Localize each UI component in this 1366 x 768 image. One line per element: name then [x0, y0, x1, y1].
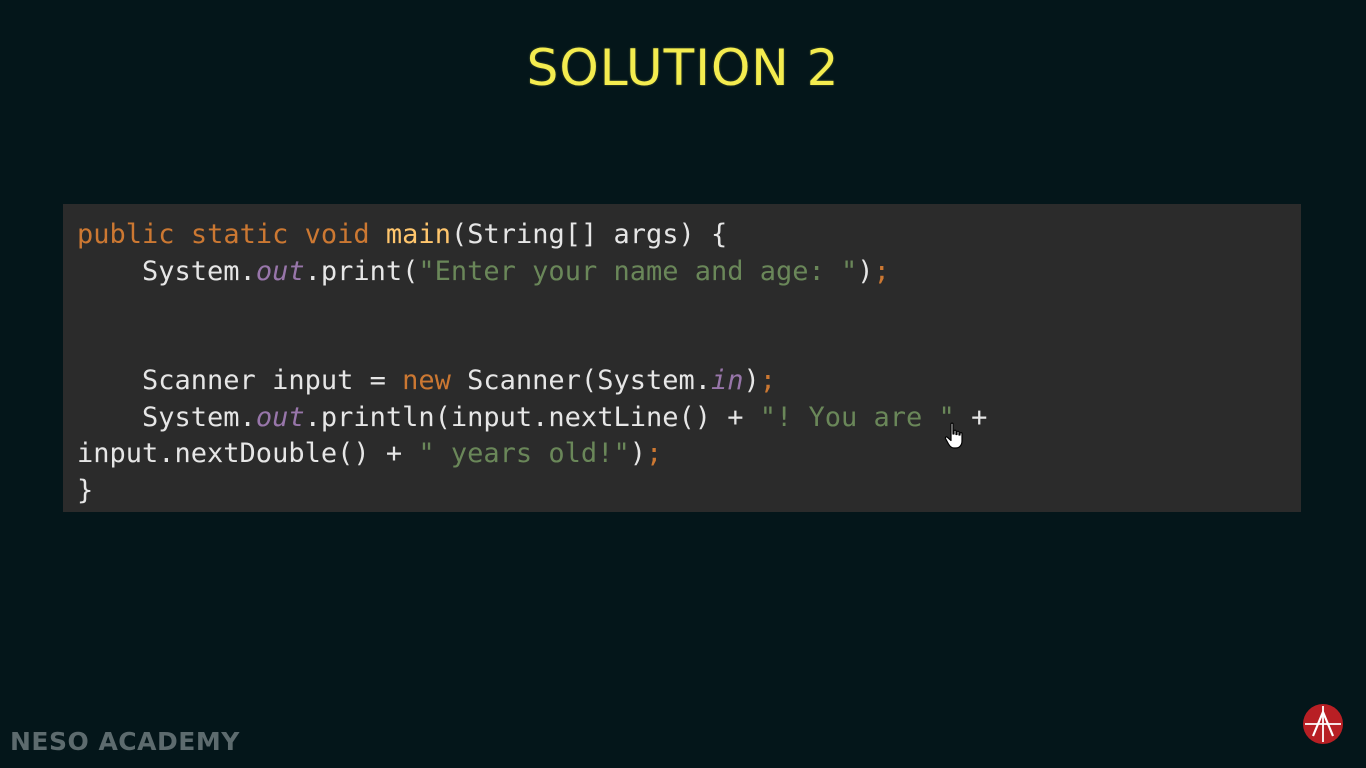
code-token: new [402, 365, 451, 396]
code-token: out [255, 401, 305, 433]
code-line: } [77, 473, 987, 510]
code-line: System.out.print("Enter your name and ag… [77, 254, 987, 291]
hand-cursor-icon [944, 422, 963, 449]
code-token: void [304, 219, 370, 250]
code-block: public static void main(String[] args) {… [63, 204, 1301, 512]
slide-title: SOLUTION 2 [526, 39, 840, 97]
code-token: static [190, 219, 289, 250]
brand-watermark: NESO ACADEMY [10, 727, 240, 756]
code-token: ; [645, 438, 663, 469]
code-line: Scanner input = new Scanner(System.in); [77, 363, 987, 400]
code-token: System. [77, 401, 256, 433]
code-token: ) [743, 365, 760, 396]
code-token: input.nextDouble() + [77, 438, 419, 469]
code-token: ) [629, 438, 646, 469]
code-line: public static void main(String[] args) { [77, 217, 987, 254]
code-token: main [385, 219, 451, 250]
code-token: out [255, 255, 305, 287]
code-token: .println(input.nextLine() + [304, 401, 760, 433]
code-token: } [77, 474, 94, 506]
code-token: Scanner input = [77, 365, 403, 396]
code-token: Scanner(System. [450, 365, 711, 396]
code-line: input.nextDouble() + " years old!"); [77, 436, 987, 473]
code-token: ) [857, 255, 874, 287]
code-text: public static void main(String[] args) {… [77, 217, 987, 509]
code-token: ; [759, 365, 777, 396]
code-token: "Enter your name and age: " [418, 255, 858, 287]
code-token: "! You are " [759, 401, 955, 433]
code-token: .print( [304, 255, 419, 287]
code-token: " years old!" [418, 438, 630, 469]
code-token: in [710, 365, 744, 396]
code-token: ; [873, 255, 890, 287]
code-token: System. [77, 255, 256, 287]
code-token: public [77, 219, 175, 250]
code-line: System.out.println(input.nextLine() + "!… [77, 400, 987, 437]
code-token: (String[] args) { [450, 219, 728, 250]
neso-academy-logo-icon [1303, 704, 1343, 744]
